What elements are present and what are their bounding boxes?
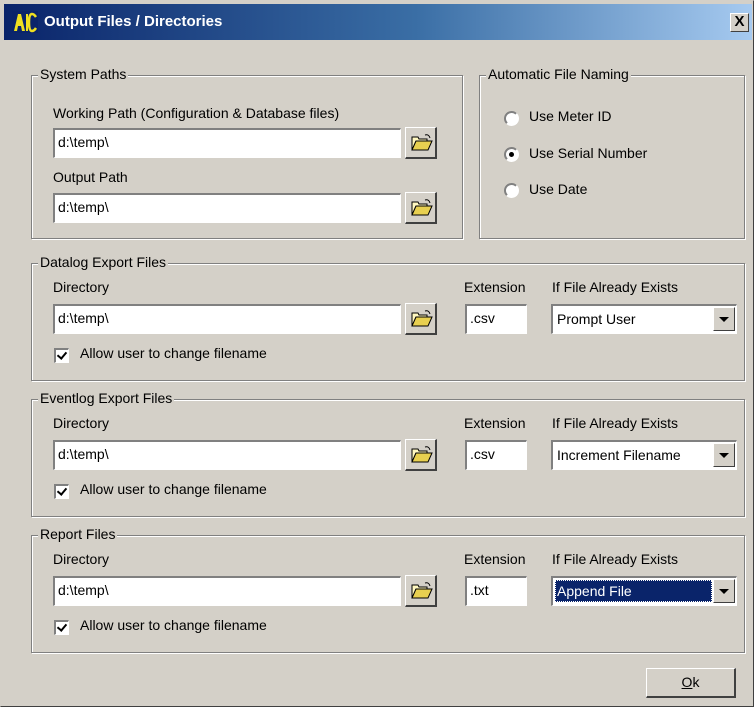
output-path-input[interactable]: d:\temp\ (53, 193, 401, 223)
close-icon: X (734, 13, 745, 30)
directory-label: Directory (53, 551, 110, 567)
file-exists-dropdown[interactable]: Append File (551, 576, 737, 606)
ok-mnemonic: O (681, 674, 693, 690)
file-naming-legend: Automatic File Naming (486, 66, 631, 82)
extension-label: Extension (464, 551, 526, 567)
directory-input[interactable]: d:\temp\ (53, 440, 401, 470)
file-exists-value: Append File (555, 580, 712, 602)
working-path-label: Working Path (Configuration & Database f… (53, 105, 340, 121)
radio-use-date-label[interactable]: Use Date (529, 181, 587, 197)
open-folder-icon (411, 199, 433, 216)
allow-rename-checkbox[interactable] (54, 620, 69, 635)
chevron-down-icon[interactable] (713, 579, 735, 603)
directory-label: Directory (53, 279, 110, 295)
directory-label: Directory (53, 415, 110, 431)
ok-button[interactable]: Ok (646, 668, 736, 698)
dialog-window: Output Files / Directories X System Path… (0, 0, 754, 707)
open-folder-icon (411, 134, 433, 151)
file-exists-label: If File Already Exists (552, 415, 679, 431)
allow-rename-checkbox[interactable] (54, 484, 69, 499)
radio-use-meter-id-label[interactable]: Use Meter ID (529, 108, 611, 124)
radio-use-serial-number-label[interactable]: Use Serial Number (529, 145, 647, 161)
directory-input[interactable]: d:\temp\ (53, 576, 401, 606)
file-exists-label: If File Already Exists (552, 279, 679, 295)
working-path-input[interactable]: d:\temp\ (53, 128, 401, 158)
file-exists-dropdown[interactable]: Increment Filename (551, 440, 737, 470)
allow-rename-label[interactable]: Allow user to change filename (80, 617, 267, 633)
ok-label: k (692, 674, 700, 690)
system-paths-legend: System Paths (38, 66, 129, 82)
open-folder-icon (411, 582, 433, 599)
working-path-browse-button[interactable] (405, 127, 437, 159)
directory-browse-button[interactable] (405, 303, 437, 335)
allow-rename-label[interactable]: Allow user to change filename (80, 345, 267, 361)
allow-rename-checkbox[interactable] (54, 348, 69, 363)
file-exists-value: Prompt User (557, 311, 636, 327)
extension-input[interactable]: .csv (465, 440, 527, 470)
file-exists-dropdown[interactable]: Prompt User (551, 304, 737, 334)
directory-browse-button[interactable] (405, 575, 437, 607)
open-folder-icon (411, 446, 433, 463)
app-logo-icon (12, 11, 38, 33)
directory-input[interactable]: d:\temp\ (53, 304, 401, 334)
open-folder-icon (411, 310, 433, 327)
export-section-legend: Eventlog Export Files (38, 390, 175, 406)
extension-input[interactable]: .txt (465, 576, 527, 606)
chevron-down-icon[interactable] (713, 307, 735, 331)
extension-label: Extension (464, 279, 526, 295)
export-section-legend: Datalog Export Files (38, 254, 169, 270)
radio-use-meter-id[interactable] (504, 111, 519, 126)
allow-rename-label[interactable]: Allow user to change filename (80, 481, 267, 497)
close-button[interactable]: X (730, 13, 749, 32)
radio-use-date[interactable] (504, 183, 519, 198)
output-path-browse-button[interactable] (405, 192, 437, 224)
output-path-label: Output Path (53, 169, 128, 185)
file-exists-value: Increment Filename (557, 447, 681, 463)
file-exists-label: If File Already Exists (552, 551, 679, 567)
title-bar[interactable]: Output Files / Directories X (4, 4, 752, 40)
radio-use-serial-number[interactable] (504, 147, 519, 162)
extension-input[interactable]: .csv (465, 304, 527, 334)
chevron-down-icon[interactable] (713, 443, 735, 467)
export-section-legend: Report Files (38, 526, 118, 542)
extension-label: Extension (464, 415, 526, 431)
window-title: Output Files / Directories (44, 13, 223, 30)
directory-browse-button[interactable] (405, 439, 437, 471)
